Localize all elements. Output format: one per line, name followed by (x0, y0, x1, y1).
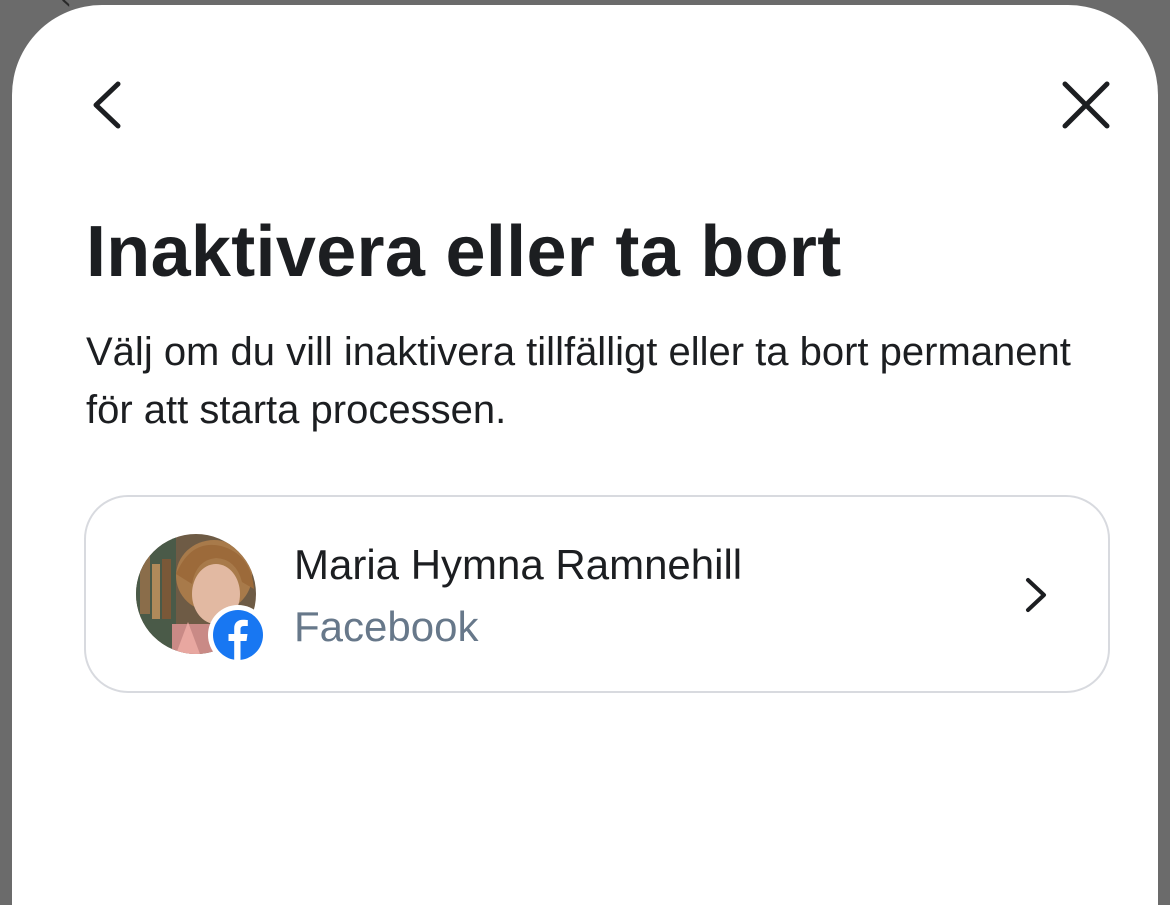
chevron-right-icon (1016, 573, 1056, 617)
close-button[interactable] (1056, 75, 1116, 135)
back-button[interactable] (76, 75, 136, 135)
close-icon (1062, 81, 1110, 129)
chevron-left-icon (93, 81, 121, 129)
facebook-icon (213, 610, 263, 660)
account-card[interactable]: Maria Hymna Ramnehill Facebook (84, 495, 1110, 693)
bottom-sheet: Inaktivera eller ta bort Välj om du vill… (12, 5, 1158, 905)
page-subtitle: Välj om du vill inaktivera tillfälligt e… (86, 330, 1071, 432)
facebook-badge (208, 605, 268, 665)
account-name: Maria Hymna Ramnehill (294, 541, 743, 588)
page-title: Inaktivera eller ta bort (86, 212, 842, 292)
account-platform: Facebook (294, 603, 479, 650)
